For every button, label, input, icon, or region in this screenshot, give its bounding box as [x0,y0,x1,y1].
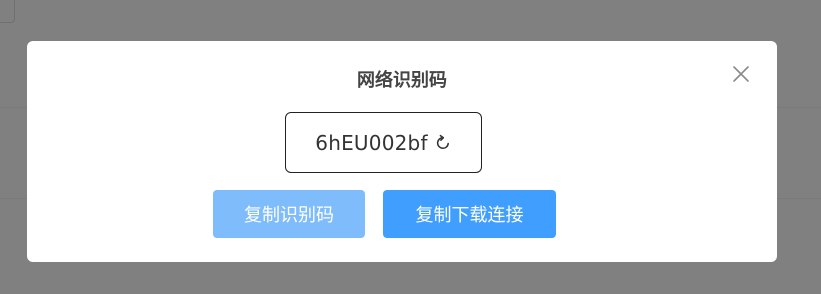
network-code-dialog: 网络识别码 6hEU002bf 复制识别码 复制下载连接 [27,41,777,262]
dialog-title: 网络识别码 [357,70,447,91]
refresh-button[interactable] [434,134,452,152]
network-code-value: 6hEU002bf [315,130,428,155]
refresh-icon [436,134,449,149]
close-button[interactable] [732,65,750,83]
copy-download-link-button[interactable]: 复制下载连接 [383,190,556,238]
close-icon [733,66,749,82]
copy-code-button[interactable]: 复制识别码 [213,190,365,238]
network-code-box: 6hEU002bf [285,112,482,173]
background-box [0,0,15,23]
